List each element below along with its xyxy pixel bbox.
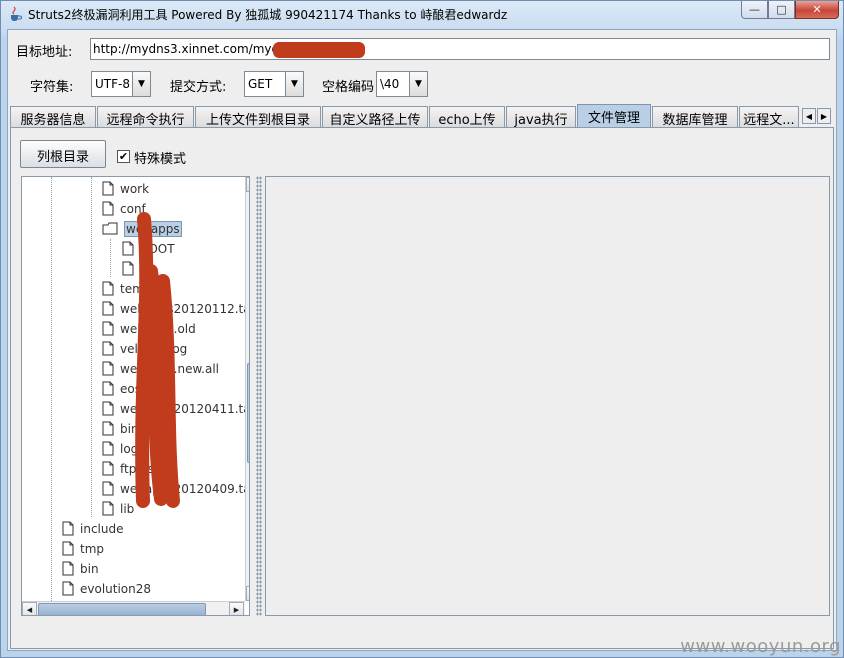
- tree-node-label: conf: [120, 202, 146, 216]
- tree-node-label: logs: [120, 442, 145, 456]
- file-icon: [122, 241, 134, 256]
- file-icon: [102, 481, 114, 496]
- file-icon: [102, 321, 114, 336]
- tree-node-label: ftp4.sh: [120, 462, 162, 476]
- scroll-right-icon[interactable]: ▶: [229, 602, 244, 615]
- tree-horizontal-scrollbar[interactable]: ◀ ▶: [22, 601, 245, 615]
- tree-node-label: bin: [120, 422, 139, 436]
- tab-custom-upload[interactable]: 自定义路径上传: [322, 106, 428, 127]
- file-icon: [102, 301, 114, 316]
- chevron-down-icon[interactable]: ▼: [409, 72, 427, 96]
- tab-database-manager[interactable]: 数据库管理: [652, 106, 738, 127]
- special-mode-label: 特殊模式: [134, 152, 187, 167]
- method-value: GET: [248, 77, 273, 91]
- minimize-button[interactable]: —: [741, 1, 768, 19]
- tree-node-label: bin: [80, 562, 99, 576]
- tab-scroll-right-icon[interactable]: ▶: [817, 108, 831, 124]
- maximize-button[interactable]: □: [768, 1, 795, 19]
- file-icon: [102, 441, 114, 456]
- tab-scroll-left-icon[interactable]: ◀: [802, 108, 816, 124]
- tree-node-label: work: [120, 182, 150, 196]
- tab-echo-upload[interactable]: echo上传: [429, 106, 505, 127]
- file-tree[interactable]: work conf webapps ROOT temp webapps20120112.t…: [21, 176, 250, 616]
- scroll-left-icon[interactable]: ◀: [22, 602, 37, 615]
- scroll-down-icon[interactable]: ▼: [246, 586, 249, 601]
- tree-vertical-scrollbar[interactable]: ▲ ▼: [245, 177, 249, 601]
- charset-label: 字符集:: [30, 80, 74, 95]
- title-bar[interactable]: Struts2终极漏洞利用工具 Powered By 独孤城 990421174…: [1, 1, 843, 27]
- tree-node-label: evolution28: [80, 582, 152, 596]
- app-window: Struts2终极漏洞利用工具 Powered By 独孤城 990421174…: [0, 0, 844, 658]
- window-controls: — □ ✕: [741, 1, 839, 19]
- file-icon: [122, 261, 134, 276]
- method-label: 提交方式:: [170, 80, 227, 95]
- tree-node-label: webapps.old: [120, 322, 196, 336]
- tab-remote-command[interactable]: 远程命令执行: [97, 106, 194, 127]
- file-icon: [62, 521, 74, 536]
- tab-server-info[interactable]: 服务器信息: [10, 106, 96, 127]
- list-root-button[interactable]: 列根目录: [20, 140, 106, 168]
- file-icon: [102, 461, 114, 476]
- charset-value: UTF-8: [95, 77, 130, 91]
- java-cup-icon: [11, 6, 22, 21]
- tree-node-label: lib: [120, 502, 135, 516]
- tab-bar: 服务器信息 远程命令执行 上传文件到根目录 自定义路径上传 echo上传 jav…: [10, 104, 834, 128]
- file-icon: [102, 201, 114, 216]
- main-content: 目标地址: http://mydns3.xinnet.com/mydns/ 字符…: [7, 29, 837, 651]
- tab-java-exec[interactable]: java执行: [506, 106, 576, 127]
- window-title: Struts2终极漏洞利用工具 Powered By 独孤城 990421174…: [28, 8, 508, 22]
- file-icon: [62, 581, 74, 596]
- file-icon: [102, 181, 114, 196]
- tree-node-label: webapps20120112.tar: [120, 302, 250, 316]
- close-button[interactable]: ✕: [795, 1, 839, 19]
- tree-node-label: webapps: [124, 221, 182, 237]
- tab-upload-root[interactable]: 上传文件到根目录: [195, 106, 321, 127]
- target-url-input[interactable]: http://mydns3.xinnet.com/mydns/: [90, 38, 830, 60]
- file-icon: [102, 401, 114, 416]
- redaction-mark: [273, 42, 365, 58]
- scroll-thumb[interactable]: [38, 603, 206, 615]
- file-icon: [102, 501, 114, 516]
- file-manager-panel: 列根目录 ✔ 特殊模式 work conf webapps ROOT temp webap…: [10, 127, 834, 649]
- tree-node-label: eos.zip: [120, 382, 163, 396]
- tab-remote-file[interactable]: 远程文...: [739, 106, 799, 127]
- method-select[interactable]: GET ▼: [244, 71, 304, 97]
- file-icon: [102, 281, 114, 296]
- tree-node-label: tmp: [80, 542, 105, 556]
- charset-select[interactable]: UTF-8 ▼: [91, 71, 151, 97]
- chevron-down-icon[interactable]: ▼: [285, 72, 303, 96]
- chevron-down-icon[interactable]: ▼: [132, 72, 150, 96]
- tree-node-label: ROOT: [140, 242, 175, 256]
- target-url-label: 目标地址:: [16, 45, 73, 60]
- file-content-pane[interactable]: [265, 176, 830, 616]
- tree-node-label: webapps20120409.tar: [120, 482, 250, 496]
- tree-node-label: webapps20120411.tar: [120, 402, 250, 416]
- scroll-up-icon[interactable]: ▲: [246, 177, 249, 192]
- space-encoding-label: 空格编码: [322, 80, 375, 95]
- file-icon: [102, 381, 114, 396]
- split-divider[interactable]: [256, 176, 262, 616]
- folder-icon: [102, 222, 118, 235]
- tree-node-label: webapps.new.all: [120, 362, 220, 376]
- space-encoding-value: \40: [380, 77, 400, 91]
- tree-node-label: velocity.log: [120, 342, 188, 356]
- tree-node-label: temp: [120, 282, 152, 296]
- file-icon: [102, 341, 114, 356]
- special-mode-checkbox[interactable]: ✔: [117, 150, 130, 163]
- tree-node-label: include: [80, 522, 124, 536]
- tab-file-manager[interactable]: 文件管理: [577, 104, 651, 128]
- file-icon: [62, 541, 74, 556]
- file-icon: [62, 561, 74, 576]
- file-icon: [102, 421, 114, 436]
- scroll-thumb[interactable]: [247, 363, 249, 463]
- space-encoding-select[interactable]: \40 ▼: [376, 71, 428, 97]
- file-icon: [102, 361, 114, 376]
- watermark: www.wooyun.org: [680, 636, 841, 657]
